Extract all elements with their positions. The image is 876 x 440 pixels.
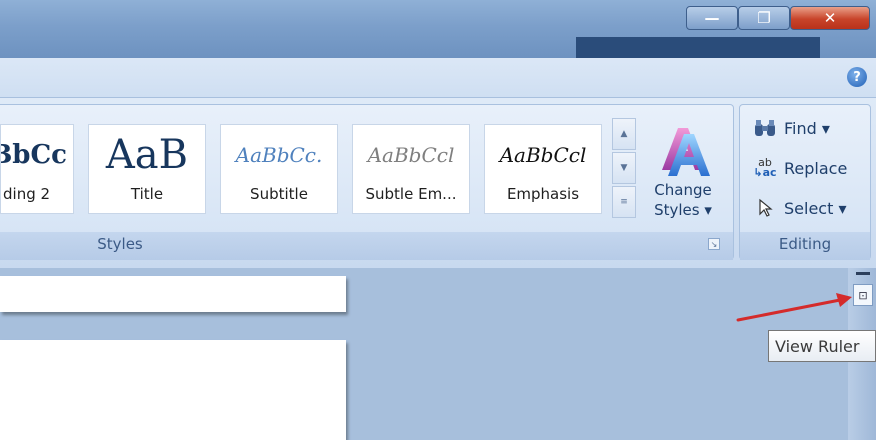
view-ruler-tooltip: View Ruler xyxy=(768,330,876,362)
select-button[interactable]: Select ▾ xyxy=(752,194,846,222)
minimize-icon: — xyxy=(704,9,720,27)
style-title[interactable]: AaB Title xyxy=(88,124,206,214)
change-styles-icon xyxy=(662,128,710,176)
close-icon: ✕ xyxy=(823,9,837,27)
split-bar[interactable] xyxy=(856,272,870,275)
style-emphasis[interactable]: AaBbCcl Emphasis xyxy=(484,124,602,214)
gallery-more[interactable]: ≡ xyxy=(612,186,636,218)
style-subtle-emphasis[interactable]: AaBbCcl Subtle Em... xyxy=(352,124,470,214)
binoculars-icon xyxy=(752,116,778,140)
change-styles-label: Change Styles ▾ xyxy=(640,180,726,220)
style-name: Emphasis xyxy=(506,185,580,203)
style-sample: AaB xyxy=(105,132,189,178)
document-page[interactable] xyxy=(0,340,346,440)
gallery-scroll-down[interactable]: ▼ xyxy=(612,152,636,184)
style-heading-2[interactable]: BbCc ding 2 xyxy=(0,124,74,214)
editing-group-label: Editing xyxy=(778,235,832,253)
style-sample: AaBbCc. xyxy=(235,143,323,167)
redacted-title xyxy=(576,37,820,59)
replace-label: Replace xyxy=(784,158,848,178)
style-sample: AaBbCcl xyxy=(367,143,455,167)
style-sample: BbCc xyxy=(1,140,67,170)
help-icon[interactable]: ? xyxy=(847,67,867,87)
styles-group-label: Styles xyxy=(97,235,143,253)
editing-group-footer: Editing xyxy=(740,232,870,260)
styles-group-footer: Styles xyxy=(0,232,733,260)
gallery-scroll-up[interactable]: ▲ xyxy=(612,118,636,150)
style-name: ding 2 xyxy=(3,185,51,203)
cursor-icon xyxy=(752,196,778,220)
change-styles-button[interactable]: Change Styles ▾ xyxy=(640,112,726,232)
styles-dialog-launcher[interactable]: ↘ xyxy=(708,238,720,250)
close-button[interactable]: ✕ xyxy=(790,6,870,30)
select-label: Select ▾ xyxy=(784,198,847,218)
find-label: Find ▾ xyxy=(784,118,830,138)
change-styles-line1: Change xyxy=(654,181,712,199)
style-name: Subtitle xyxy=(250,185,308,203)
find-button[interactable]: Find ▾ xyxy=(752,114,830,142)
red-arrow-annotation xyxy=(736,293,852,322)
minimize-button[interactable]: — xyxy=(686,6,738,30)
ribbon-tab-row xyxy=(0,58,876,98)
change-styles-line2: Styles ▾ xyxy=(654,201,712,219)
view-ruler-icon: ⊡ xyxy=(858,288,868,302)
style-subtitle[interactable]: AaBbCc. Subtitle xyxy=(220,124,338,214)
replace-button[interactable]: ab ↳ac Replace xyxy=(752,154,847,182)
document-page[interactable] xyxy=(0,276,346,312)
maximize-button[interactable]: ❐ xyxy=(738,6,790,30)
replace-icon: ab ↳ac xyxy=(753,156,777,179)
style-name: Subtle Em... xyxy=(365,185,457,203)
view-ruler-button[interactable]: ⊡ xyxy=(853,284,873,306)
maximize-icon: ❐ xyxy=(757,9,771,27)
style-name: Title xyxy=(130,185,164,203)
style-sample: AaBbCcl xyxy=(499,143,587,167)
